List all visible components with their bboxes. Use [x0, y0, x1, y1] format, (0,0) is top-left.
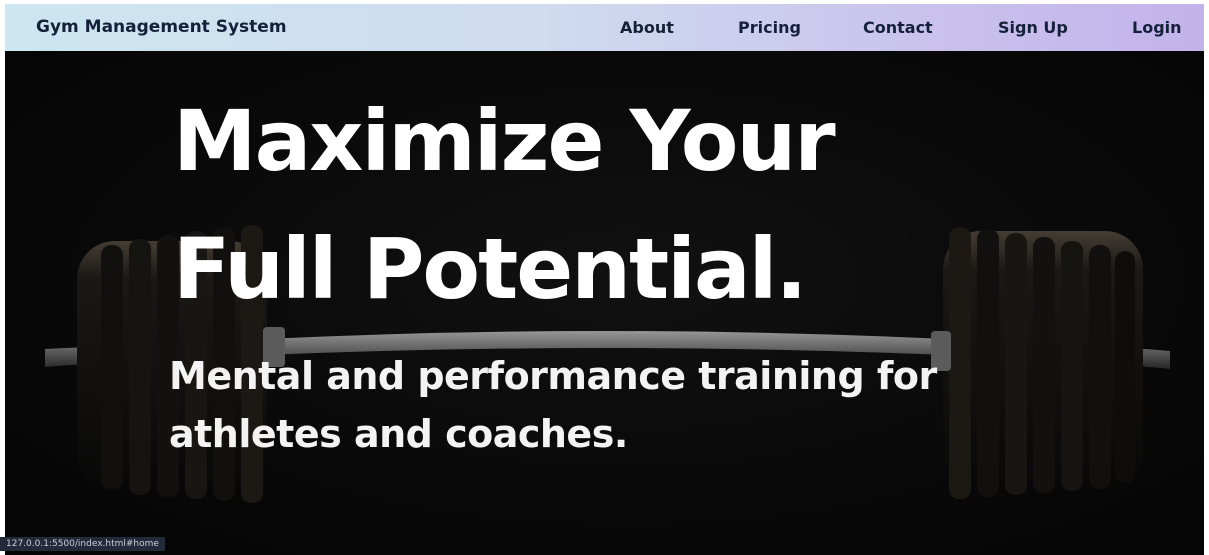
- hero-headline-line-1: Maximize Your: [173, 92, 836, 190]
- hero-subheadline-line-1: Mental and performance training for: [169, 354, 937, 398]
- nav-link-about[interactable]: About: [620, 4, 674, 51]
- nav-link-pricing[interactable]: Pricing: [738, 4, 801, 51]
- navbar: Gym Management System About Pricing Cont…: [5, 4, 1204, 51]
- nav-link-login[interactable]: Login: [1132, 4, 1182, 51]
- brand-logo-text[interactable]: Gym Management System: [36, 4, 287, 51]
- status-bar-url: 127.0.0.1:5500/index.html#home: [0, 537, 165, 551]
- hero-headline-line-2: Full Potential.: [173, 220, 807, 318]
- browser-viewport: Gym Management System About Pricing Cont…: [5, 4, 1204, 555]
- hero-section: Maximize Your Full Potential. Mental and…: [5, 51, 1204, 555]
- nav-link-contact[interactable]: Contact: [863, 4, 933, 51]
- hero-subheadline-line-2: athletes and coaches.: [169, 412, 628, 456]
- nav-link-sign-up[interactable]: Sign Up: [998, 4, 1068, 51]
